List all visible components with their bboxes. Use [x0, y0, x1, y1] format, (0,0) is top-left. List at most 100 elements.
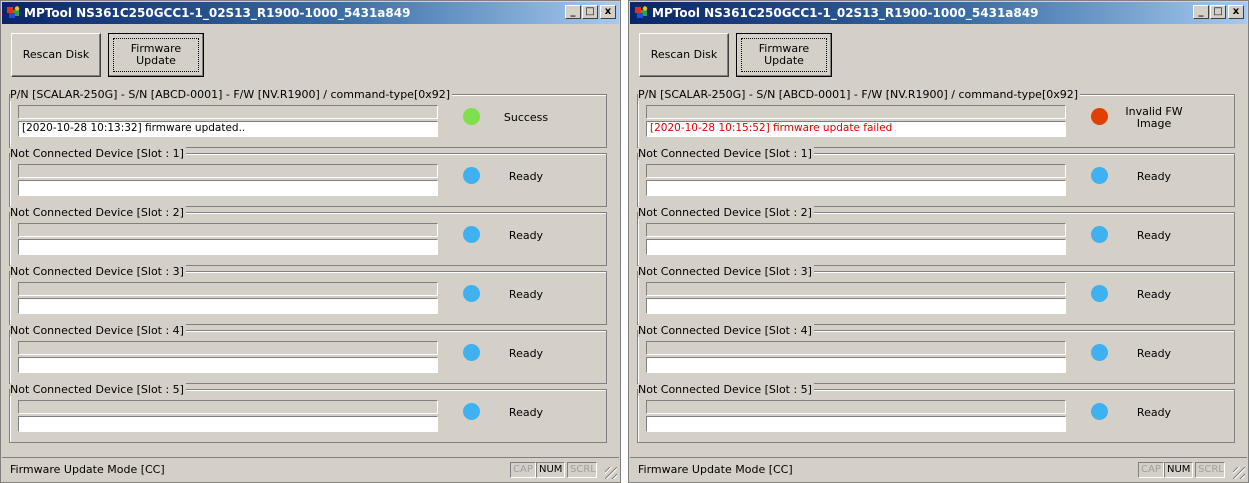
progress-bar — [646, 341, 1066, 355]
num-lock-indicator: NUM — [1164, 462, 1194, 478]
progress-bar — [18, 282, 438, 296]
device-slot-group: Not Connected Device [Slot : 1] Ready — [637, 147, 1235, 207]
status-text: Ready — [1116, 280, 1192, 310]
log-field — [646, 416, 1066, 432]
device-slot-group: Not Connected Device [Slot : 4] Ready — [637, 324, 1235, 384]
device-slot-group: Not Connected Device [Slot : 5] Ready — [637, 383, 1235, 443]
firmware-update-line2: Update — [136, 54, 176, 67]
scroll-lock-indicator: SCRL — [1195, 462, 1225, 478]
device-slot-group: Not Connected Device [Slot : 1] Ready — [9, 147, 607, 207]
status-indicator-icon — [1091, 403, 1108, 420]
device-slot-group: Not Connected Device [Slot : 5] Ready — [9, 383, 607, 443]
app-icon — [7, 6, 20, 18]
slot-label: Not Connected Device [Slot : 3] — [638, 265, 814, 278]
slot-label: Not Connected Device [Slot : 5] — [10, 383, 186, 396]
status-indicator-icon — [463, 285, 480, 302]
app-icon — [635, 6, 648, 18]
status-text: Ready — [488, 398, 564, 428]
log-field — [18, 298, 438, 314]
mptool-window: MPTool NS361C250GCC1-1_02S13_R1900-1000_… — [628, 0, 1249, 483]
log-field: [2020-10-28 10:15:52] firmware update fa… — [646, 121, 1066, 137]
status-line1: Ready — [1136, 170, 1172, 183]
status-text: Ready — [488, 280, 564, 310]
caps-lock-indicator: CAP — [510, 462, 536, 478]
maximize-button[interactable]: □ — [582, 5, 598, 19]
status-indicator-icon — [463, 344, 480, 361]
status-indicator-icon — [463, 167, 480, 184]
status-line1: Ready — [508, 170, 544, 183]
firmware-update-button[interactable]: Firmware Update — [108, 33, 204, 77]
slot-label: Not Connected Device [Slot : 3] — [10, 265, 186, 278]
progress-bar — [18, 164, 438, 178]
slot-label: Not Connected Device [Slot : 4] — [10, 324, 186, 337]
status-text: Ready — [1116, 162, 1192, 192]
minimize-button[interactable]: _ — [1193, 5, 1209, 19]
progress-bar — [646, 164, 1066, 178]
log-field — [646, 239, 1066, 255]
status-text: Ready — [488, 339, 564, 369]
log-field — [646, 180, 1066, 196]
window-title: MPTool NS361C250GCC1-1_02S13_R1900-1000_… — [652, 6, 1039, 20]
device-slot-group: Not Connected Device [Slot : 4] Ready — [9, 324, 607, 384]
caps-lock-indicator: CAP — [1138, 462, 1164, 478]
progress-bar — [18, 223, 438, 237]
status-indicator-icon — [463, 403, 480, 420]
device-slot-group: Not Connected Device [Slot : 2] Ready — [9, 206, 607, 266]
firmware-update-line2: Update — [764, 54, 804, 67]
log-field — [18, 416, 438, 432]
mode-text: Firmware Update Mode [CC] — [10, 463, 165, 476]
rescan-disk-button[interactable]: Rescan Disk — [11, 33, 101, 77]
log-field — [646, 357, 1066, 373]
status-text: Ready — [1116, 339, 1192, 369]
maximize-button[interactable]: □ — [1210, 5, 1226, 19]
status-text: Ready — [488, 162, 564, 192]
window-title: MPTool NS361C250GCC1-1_02S13_R1900-1000_… — [24, 6, 411, 20]
firmware-update-label: Firmware Update — [113, 38, 199, 72]
progress-bar — [646, 400, 1066, 414]
status-indicator-icon — [1091, 226, 1108, 243]
num-lock-indicator: NUM — [536, 462, 566, 478]
status-line1: Ready — [1136, 288, 1172, 301]
mode-text: Firmware Update Mode [CC] — [638, 463, 793, 476]
slot-label: Not Connected Device [Slot : 5] — [638, 383, 814, 396]
firmware-update-button[interactable]: Firmware Update — [736, 33, 832, 77]
firmware-update-label: Firmware Update — [741, 38, 827, 72]
status-line1: Success — [503, 111, 549, 124]
progress-bar — [18, 400, 438, 414]
log-field — [646, 298, 1066, 314]
close-button[interactable]: x — [600, 5, 616, 19]
status-indicator-icon — [1091, 285, 1108, 302]
status-indicator-icon — [1091, 108, 1108, 125]
minimize-button[interactable]: _ — [565, 5, 581, 19]
close-button[interactable]: x — [1228, 5, 1244, 19]
status-indicator-icon — [463, 108, 480, 125]
status-line1: Ready — [508, 288, 544, 301]
title-bar[interactable]: MPTool NS361C250GCC1-1_02S13_R1900-1000_… — [630, 2, 1247, 24]
resize-grip-icon[interactable] — [605, 467, 617, 479]
status-line1: Ready — [1136, 406, 1172, 419]
slot-label: P/N [SCALAR-250G] - S/N [ABCD-0001] - F/… — [638, 88, 1081, 101]
status-bar: Firmware Update Mode [CC] CAP NUM SCRL — [2, 457, 619, 481]
status-text: Ready — [1116, 221, 1192, 251]
log-field: [2020-10-28 10:13:32] firmware updated.. — [18, 121, 438, 137]
status-text: Ready — [488, 221, 564, 251]
slot-label: P/N [SCALAR-250G] - S/N [ABCD-0001] - F/… — [10, 88, 453, 101]
slot-label: Not Connected Device [Slot : 2] — [10, 206, 186, 219]
progress-bar — [646, 105, 1066, 119]
status-line1: Ready — [1136, 347, 1172, 360]
progress-bar — [18, 105, 438, 119]
status-indicator-icon — [1091, 167, 1108, 184]
title-bar[interactable]: MPTool NS361C250GCC1-1_02S13_R1900-1000_… — [2, 2, 619, 24]
status-text: Ready — [1116, 398, 1192, 428]
progress-bar — [646, 282, 1066, 296]
log-field — [18, 357, 438, 373]
slot-label: Not Connected Device [Slot : 4] — [638, 324, 814, 337]
status-indicator-icon — [463, 226, 480, 243]
log-field — [18, 180, 438, 196]
rescan-disk-button[interactable]: Rescan Disk — [639, 33, 729, 77]
resize-grip-icon[interactable] — [1233, 467, 1245, 479]
device-slot-group: P/N [SCALAR-250G] - S/N [ABCD-0001] - F/… — [637, 88, 1235, 148]
slot-label: Not Connected Device [Slot : 1] — [638, 147, 814, 160]
status-line1: Ready — [1136, 229, 1172, 242]
scroll-lock-indicator: SCRL — [567, 462, 597, 478]
